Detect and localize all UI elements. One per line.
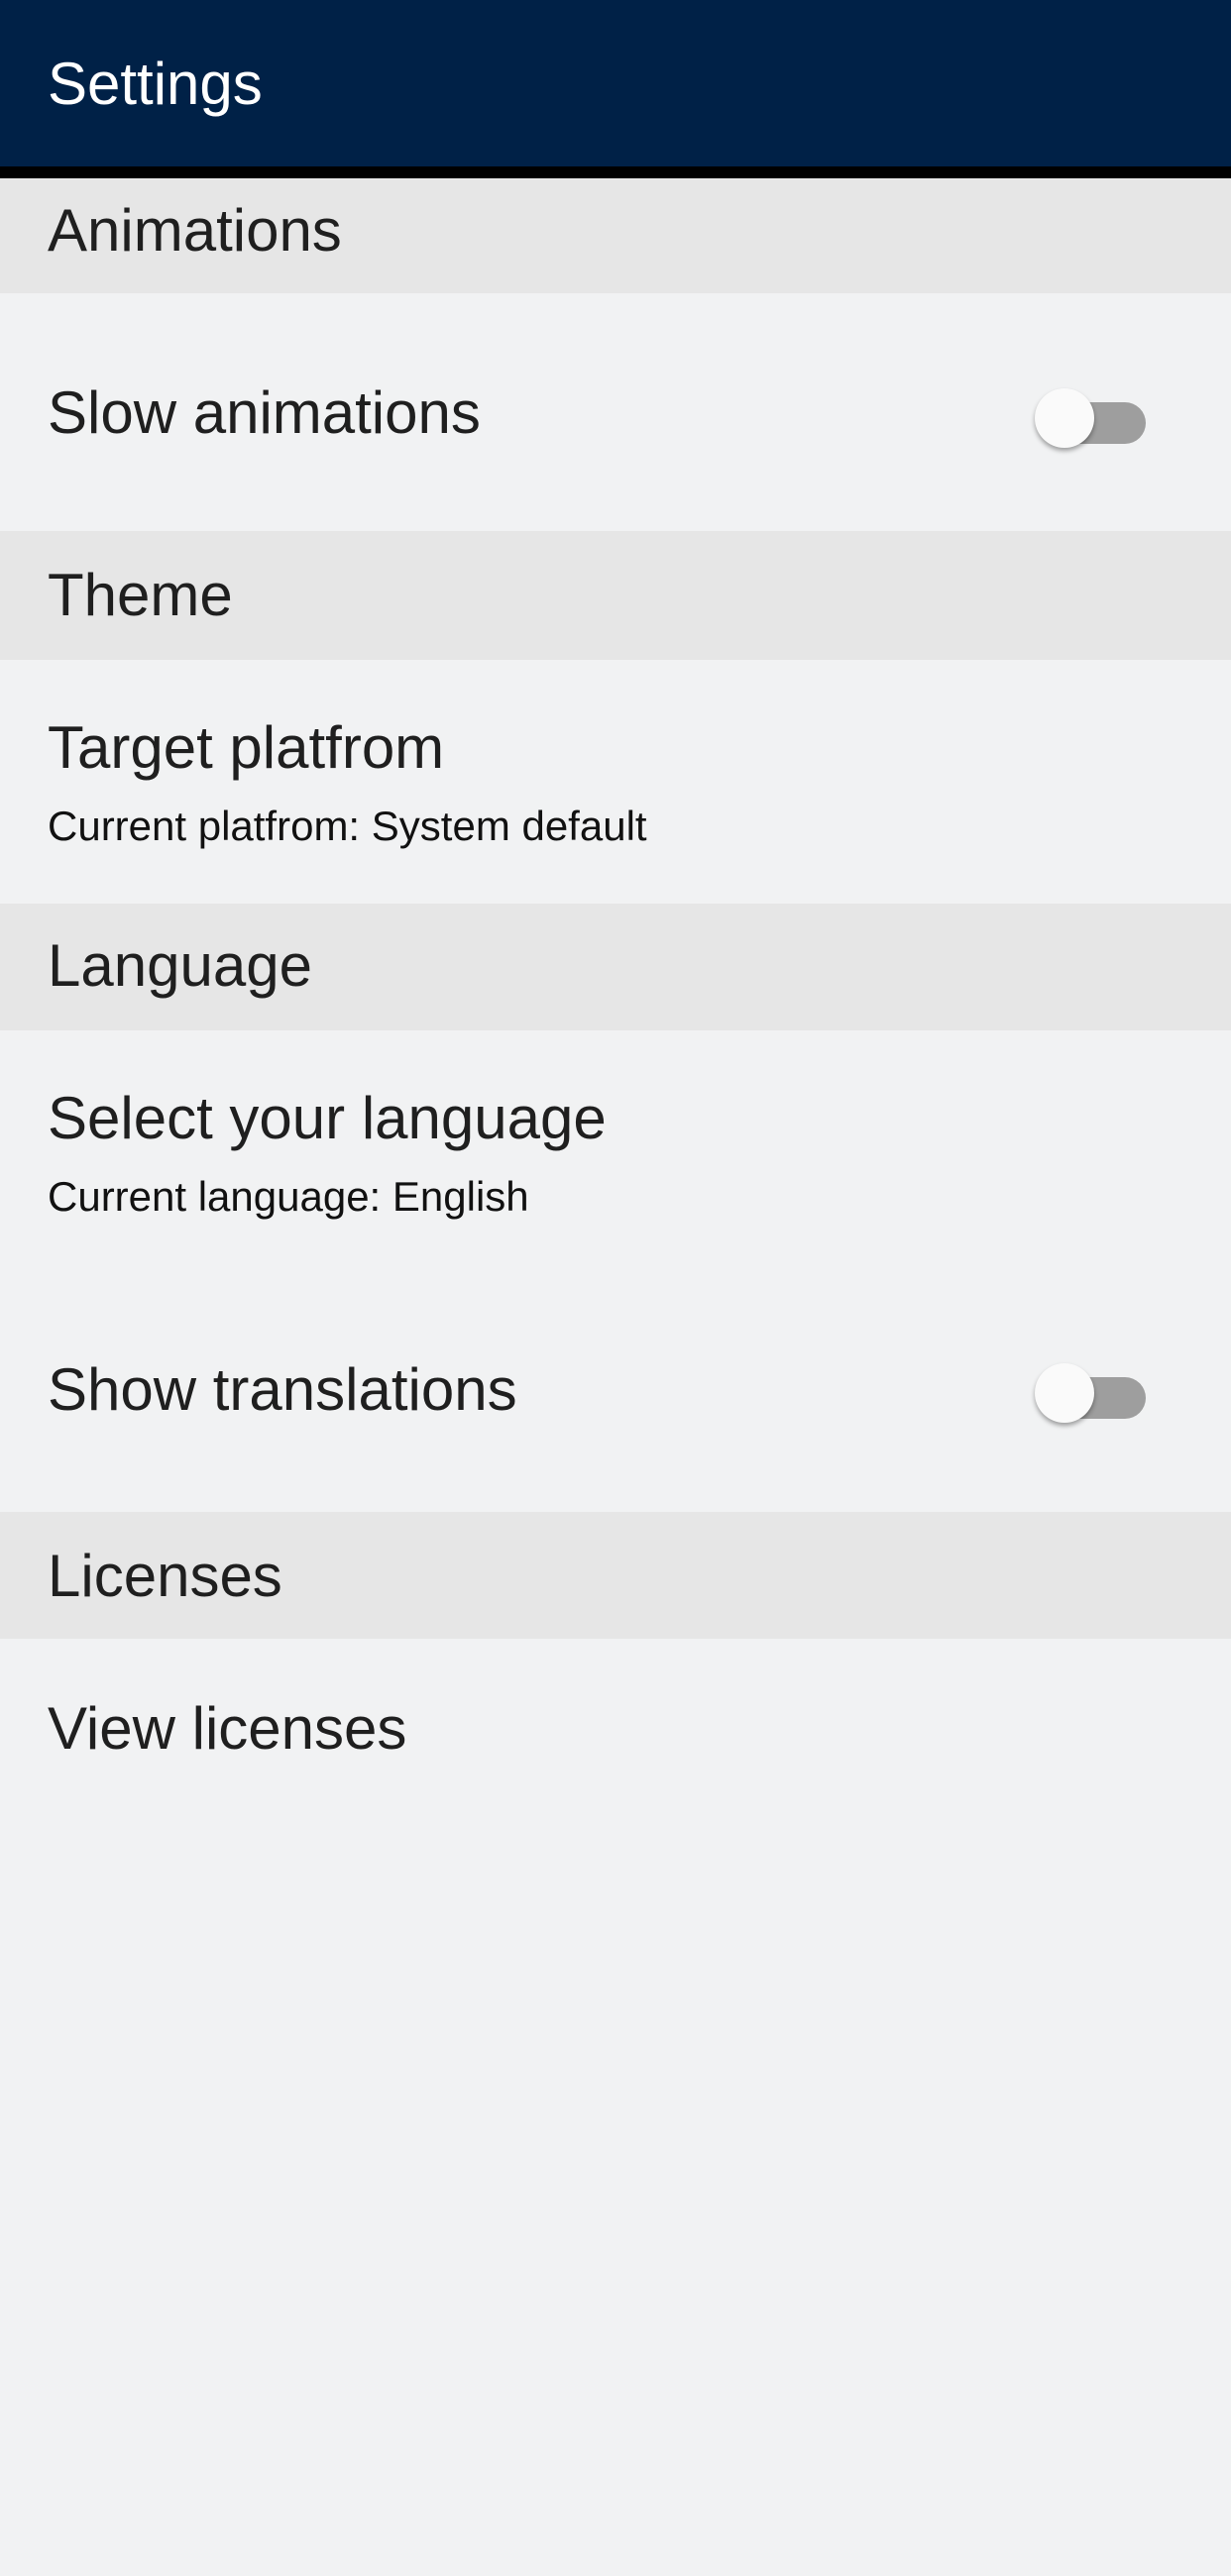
toggle-thumb bbox=[1035, 388, 1094, 448]
setting-row-show-translations[interactable]: Show translations bbox=[0, 1274, 1231, 1512]
slow-animations-toggle[interactable] bbox=[1035, 382, 1154, 452]
section-header-language: Language bbox=[0, 904, 1231, 1030]
slow-animations-label: Slow animations bbox=[48, 379, 481, 446]
setting-row-slow-animations[interactable]: Slow animations bbox=[0, 293, 1231, 531]
section-header-animations: Animations bbox=[0, 178, 1231, 293]
section-header-theme: Theme bbox=[0, 531, 1231, 660]
app-bar: Settings bbox=[0, 0, 1231, 166]
show-translations-toggle[interactable] bbox=[1035, 1357, 1154, 1427]
section-title-theme: Theme bbox=[48, 562, 233, 628]
page-title: Settings bbox=[48, 51, 263, 117]
section-title-language: Language bbox=[48, 932, 312, 999]
section-title-licenses: Licenses bbox=[48, 1543, 282, 1609]
section-header-licenses: Licenses bbox=[0, 1512, 1231, 1639]
app-bar-divider bbox=[0, 166, 1231, 178]
select-language-subtitle: Current language: English bbox=[48, 1173, 529, 1220]
setting-row-view-licenses[interactable]: View licenses bbox=[0, 1639, 1231, 1817]
setting-row-target-platform[interactable]: Target platfrom Current platfrom: System… bbox=[0, 660, 1231, 904]
target-platform-label: Target platfrom bbox=[48, 714, 445, 781]
select-language-label: Select your language bbox=[48, 1085, 607, 1151]
show-translations-label: Show translations bbox=[48, 1356, 517, 1423]
toggle-thumb bbox=[1035, 1363, 1094, 1423]
target-platform-subtitle: Current platfrom: System default bbox=[48, 803, 647, 849]
setting-row-select-language[interactable]: Select your language Current language: E… bbox=[0, 1030, 1231, 1274]
view-licenses-label: View licenses bbox=[48, 1695, 407, 1762]
section-title-animations: Animations bbox=[48, 197, 342, 264]
